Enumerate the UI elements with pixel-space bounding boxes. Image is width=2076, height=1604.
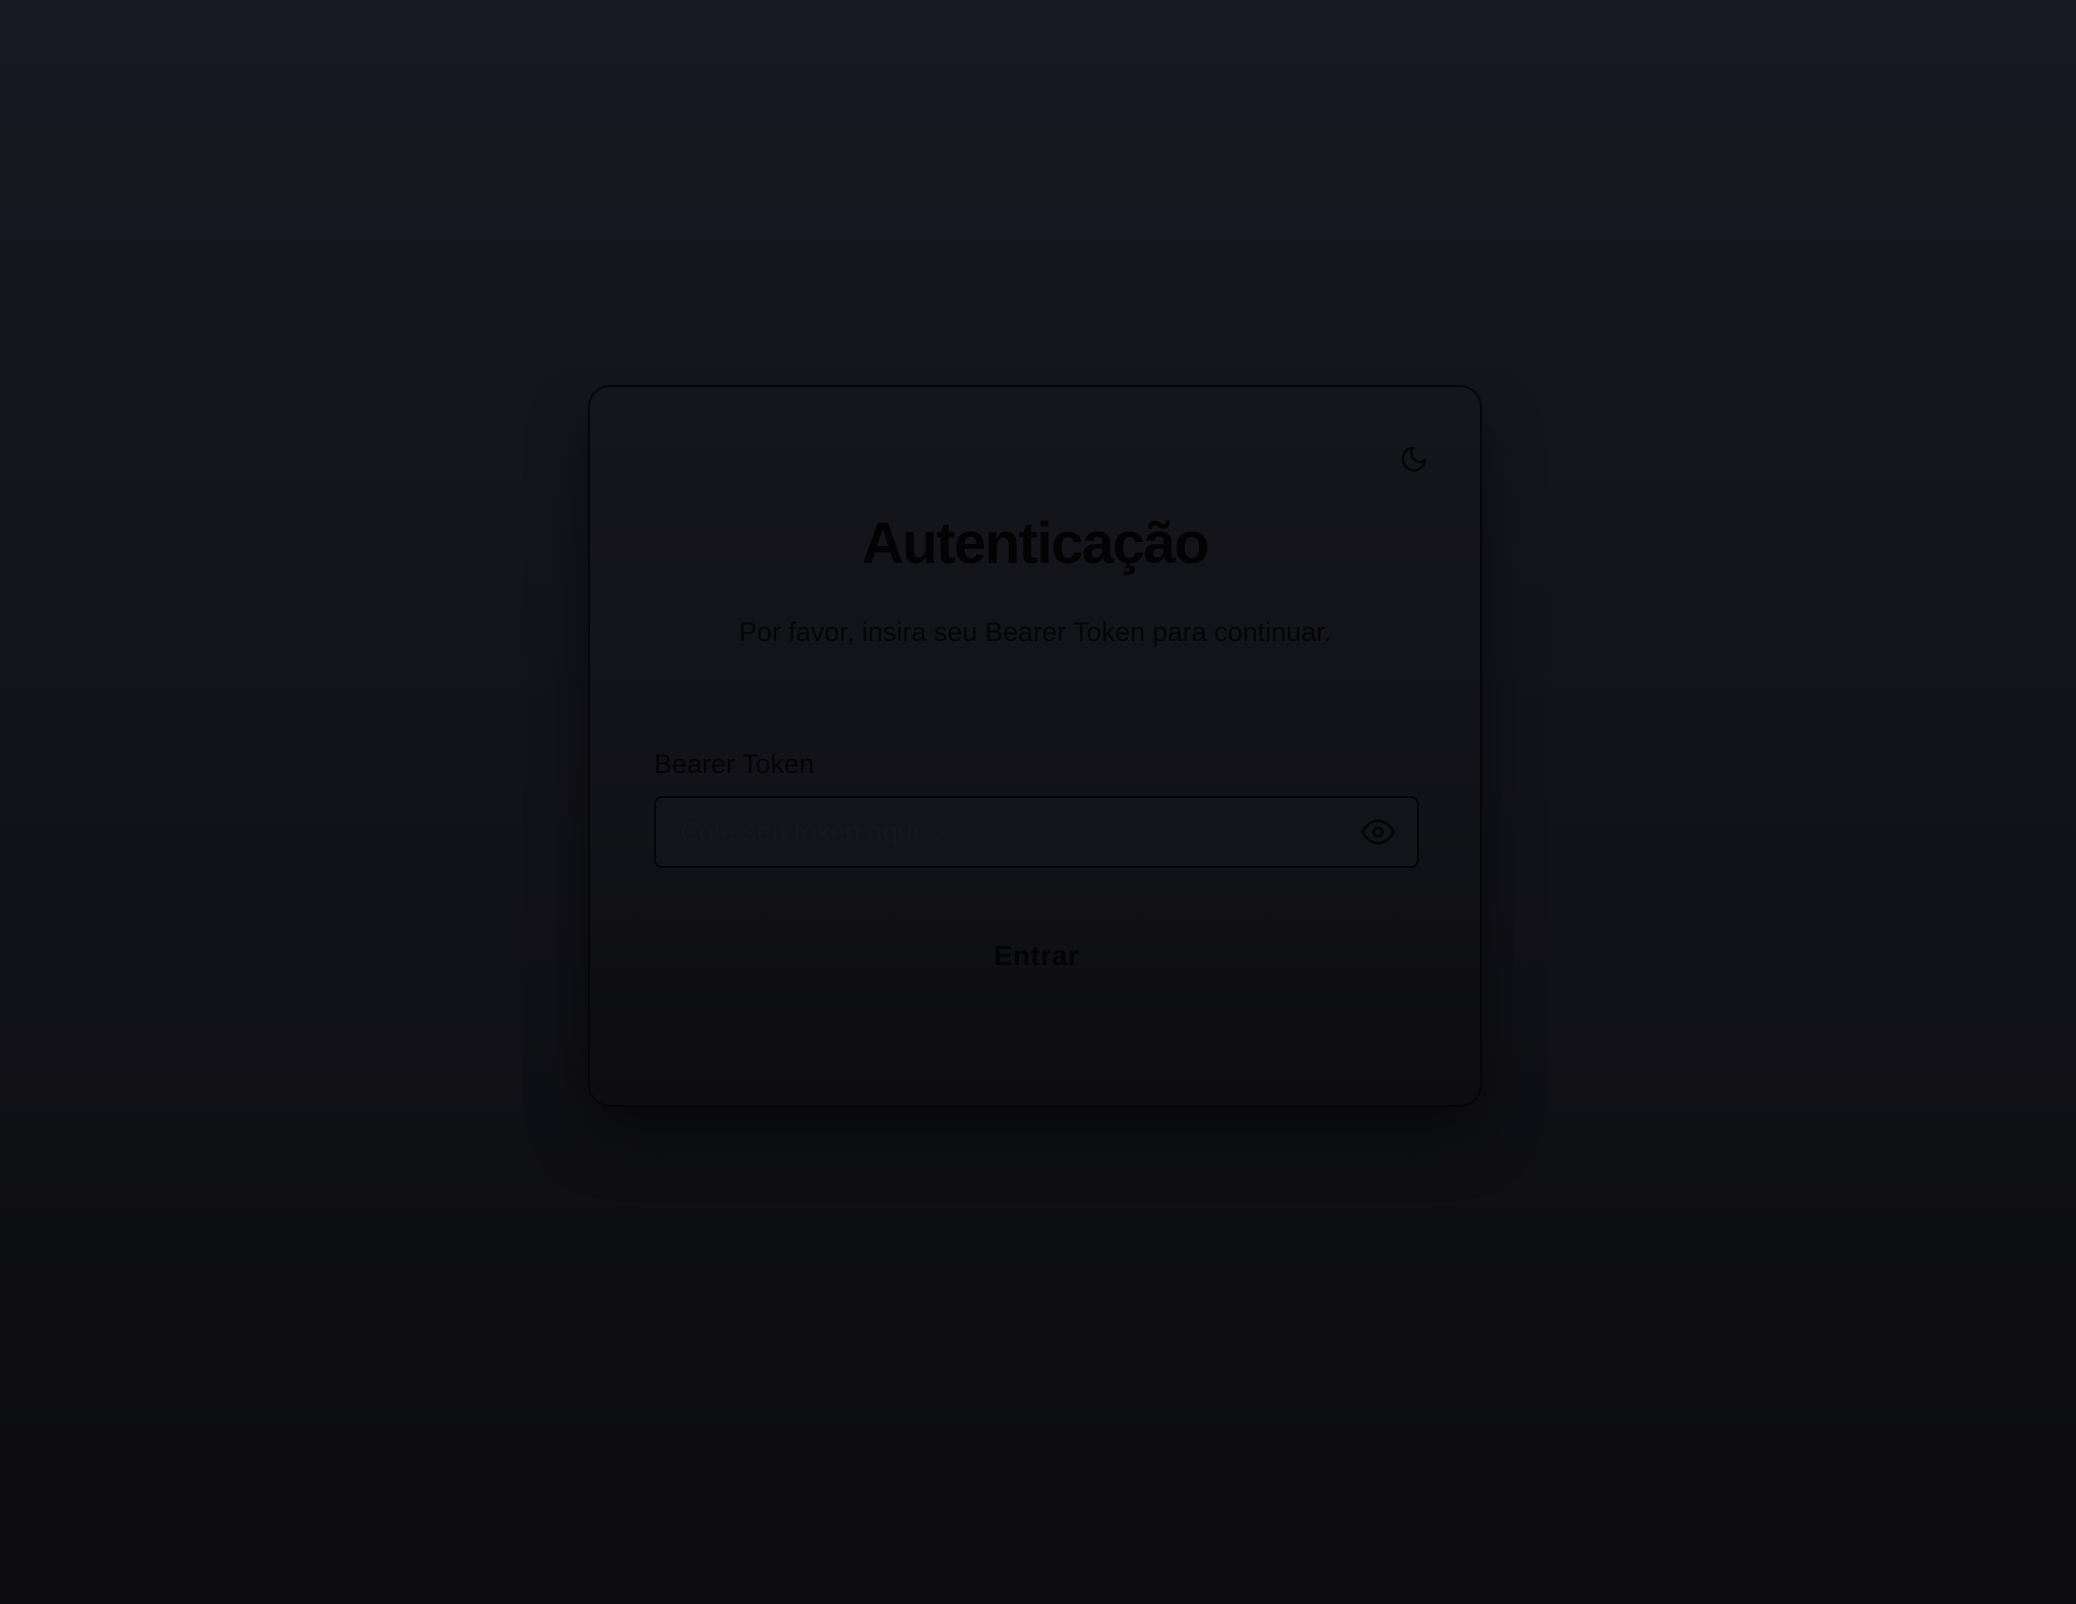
eye-icon bbox=[1361, 819, 1395, 845]
token-field bbox=[654, 796, 1419, 868]
submit-button[interactable]: Entrar bbox=[654, 921, 1419, 991]
token-input[interactable] bbox=[656, 798, 1353, 866]
token-label: Bearer Token bbox=[654, 749, 815, 779]
theme-toggle-button[interactable] bbox=[1394, 439, 1434, 479]
page-subtitle: Por favor, insira seu Bearer Token para … bbox=[738, 617, 1332, 647]
auth-card: Autenticação Por favor, insira seu Beare… bbox=[588, 385, 1482, 1107]
page-title: Autenticação bbox=[861, 511, 1210, 576]
moon-icon bbox=[1401, 446, 1427, 472]
toggle-visibility-button[interactable] bbox=[1353, 807, 1403, 857]
